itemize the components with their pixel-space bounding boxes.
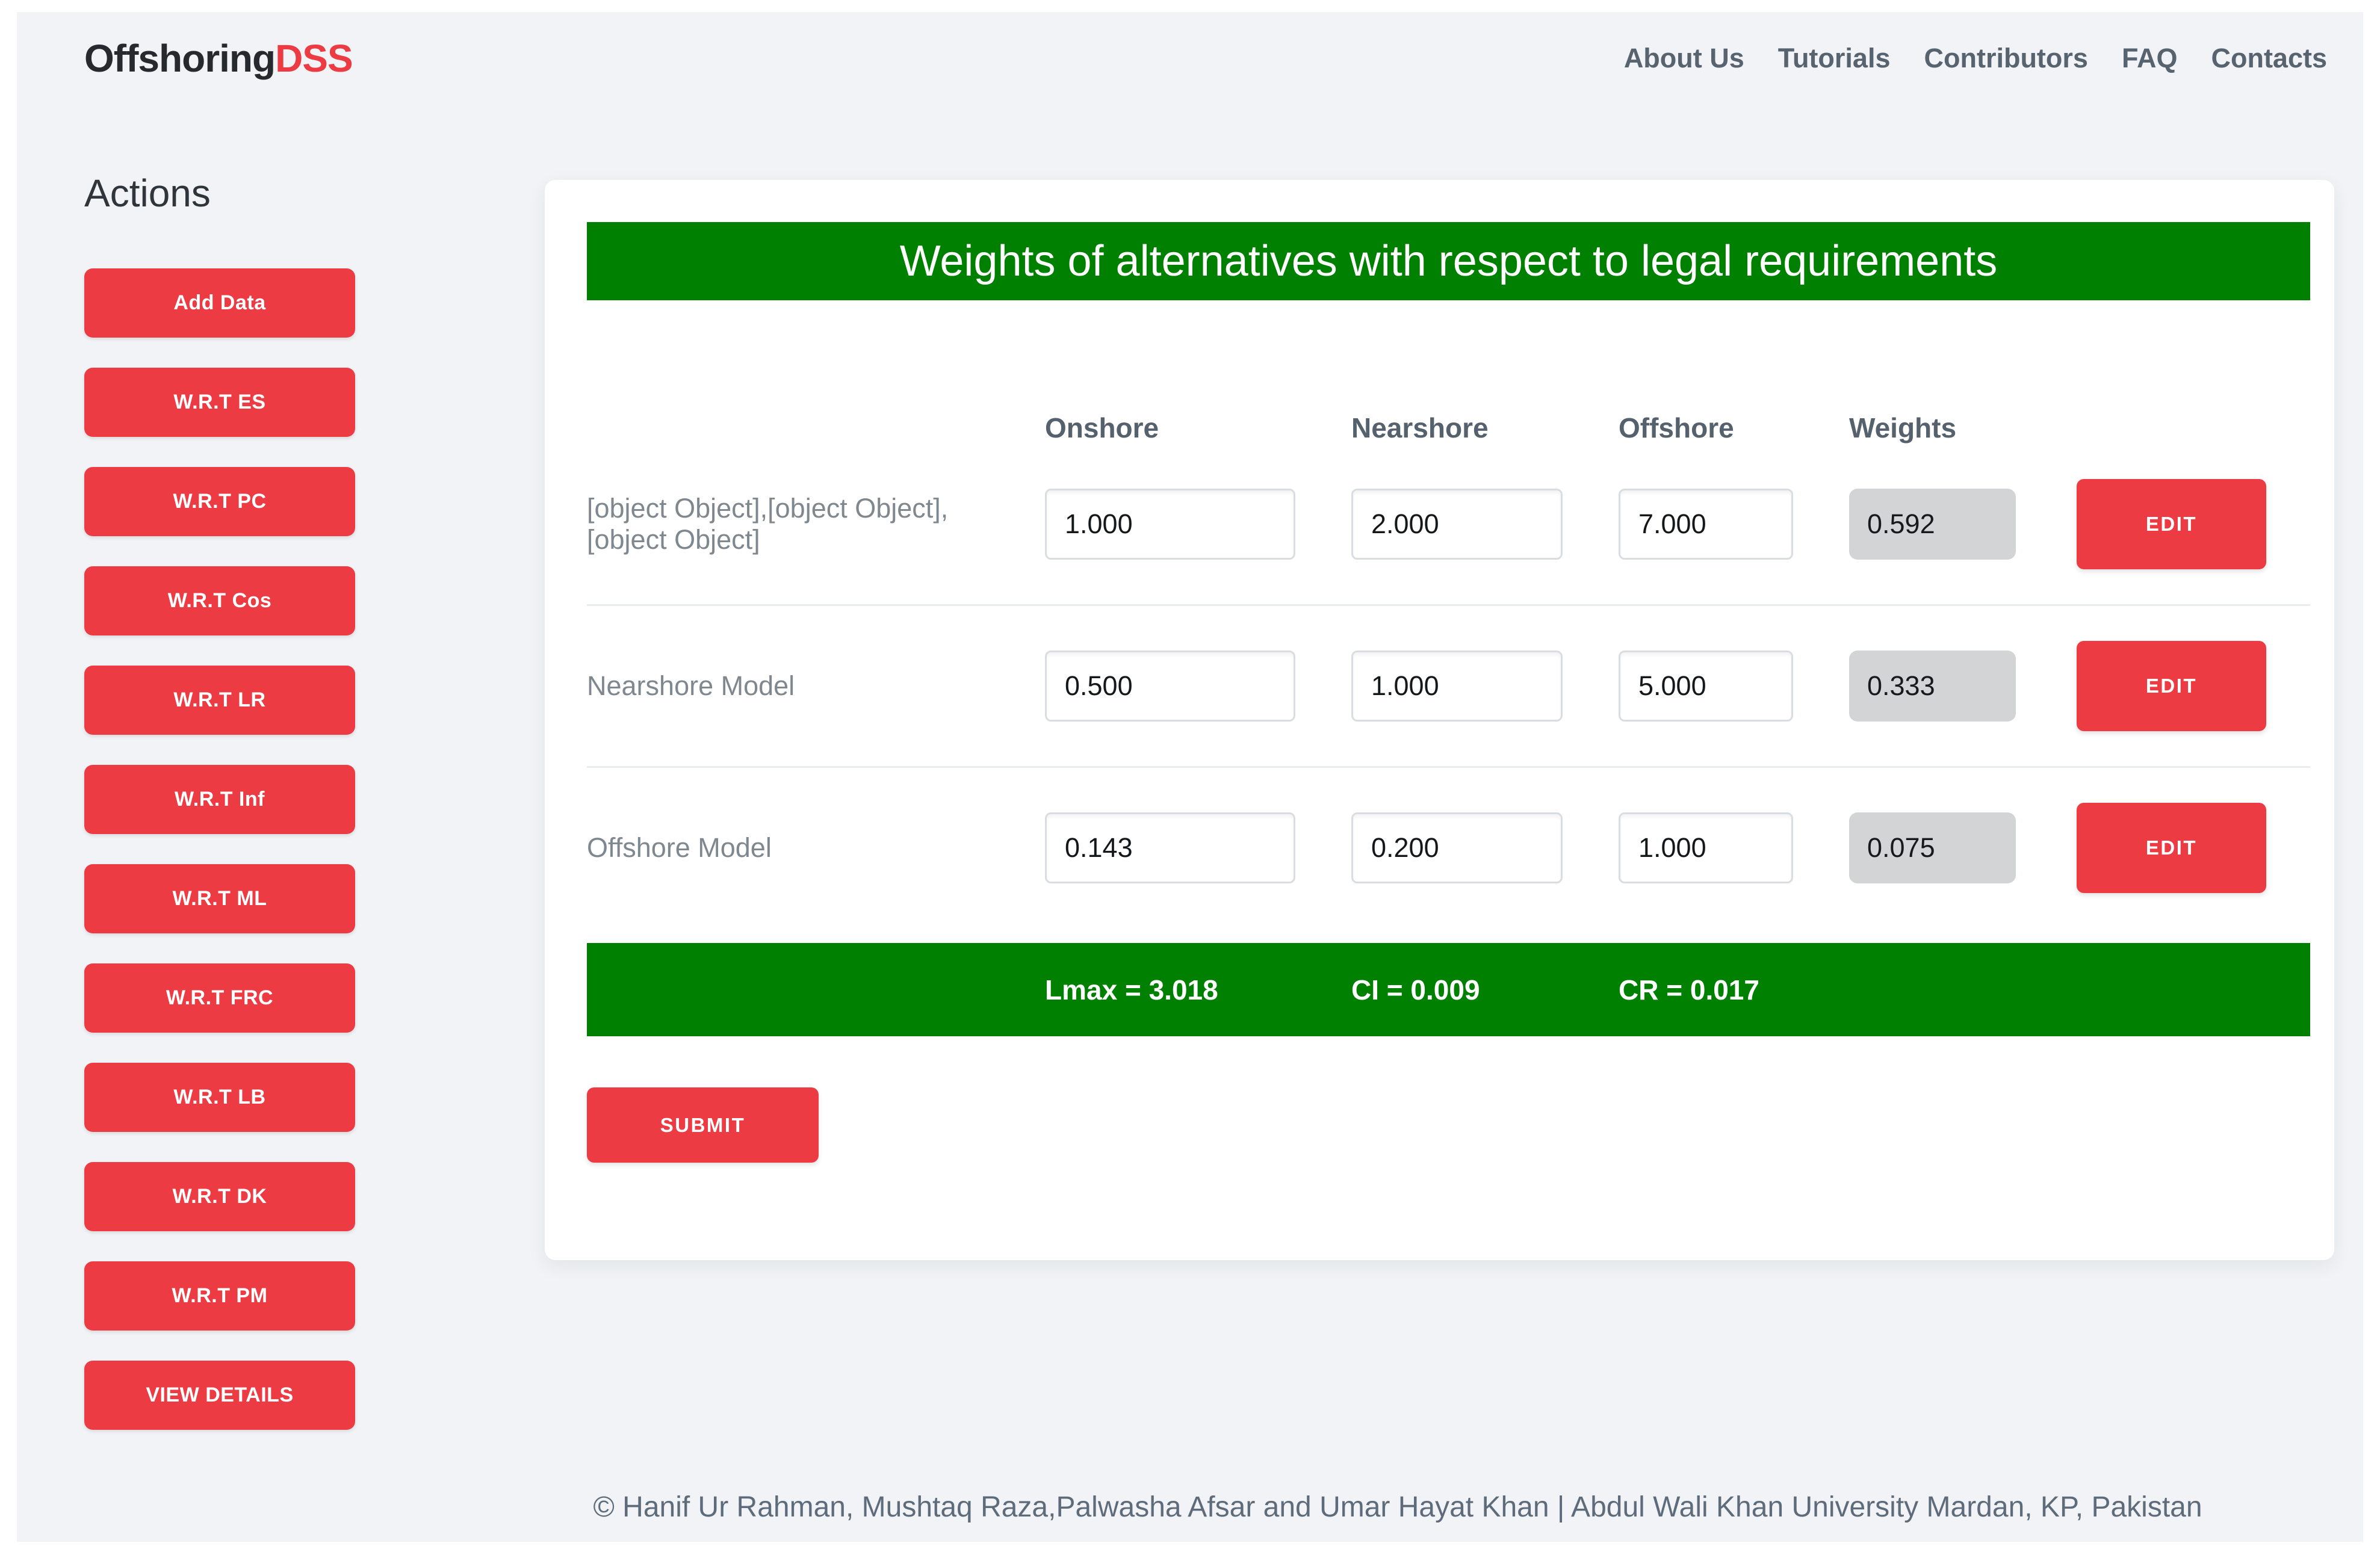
main-layout: Actions Add Data W.R.T ES W.R.T PC W.R.T…	[17, 81, 2363, 1460]
panel-title-banner: Weights of alternatives with respect to …	[587, 222, 2310, 300]
footer-credit: © Hanif Ur Rahman, Mushtaq Raza,Palwasha…	[438, 1491, 2357, 1524]
sidebar-button-add-data[interactable]: Add Data	[84, 268, 355, 338]
column-header-offshore: Offshore	[1619, 412, 1793, 444]
row-label-offshore-model: Offshore Model	[587, 832, 989, 864]
edit-button-offshore[interactable]: EDIT	[2077, 803, 2266, 893]
column-header-weights: Weights	[1849, 412, 2021, 444]
sidebar-button-view-details[interactable]: VIEW DETAILS	[84, 1361, 355, 1430]
sidebar-title: Actions	[84, 171, 545, 215]
matrix-input-r2c0[interactable]	[1045, 812, 1295, 883]
matrix-input-r0c2[interactable]	[1619, 489, 1793, 560]
submit-button[interactable]: SUBMIT	[587, 1087, 819, 1163]
nav-item-tutorials[interactable]: Tutorials	[1778, 43, 1891, 74]
sidebar-button-wrt-frc[interactable]: W.R.T FRC	[84, 963, 355, 1033]
sidebar-button-wrt-pm[interactable]: W.R.T PM	[84, 1261, 355, 1331]
sidebar-button-wrt-dk[interactable]: W.R.T DK	[84, 1162, 355, 1231]
brand-accent: DSS	[275, 37, 353, 80]
table-header-row: Onshore Nearshore Offshore Weights	[587, 412, 2310, 444]
stat-ci: CI = 0.009	[1351, 974, 1563, 1006]
table-row: Nearshore Model 0.333 EDIT	[587, 606, 2310, 768]
sidebar-button-wrt-lb[interactable]: W.R.T LB	[84, 1063, 355, 1132]
matrix-input-r1c1[interactable]	[1351, 651, 1563, 722]
stat-lmax: Lmax = 3.018	[1045, 974, 1295, 1006]
matrix-input-r0c0[interactable]	[1045, 489, 1295, 560]
nav-item-contacts[interactable]: Contacts	[2211, 43, 2327, 74]
column-header-onshore: Onshore	[1045, 412, 1295, 444]
weights-card: Weights of alternatives with respect to …	[545, 180, 2334, 1260]
table-row: Offshore Model 0.075 EDIT	[587, 768, 2310, 928]
weight-value-offshore: 0.075	[1849, 812, 2016, 883]
weight-value-onshore: 0.592	[1849, 489, 2016, 560]
table-row: [object Object],[object Object],[object …	[587, 444, 2310, 606]
sidebar-button-wrt-inf[interactable]: W.R.T Inf	[84, 765, 355, 834]
sidebar-button-wrt-es[interactable]: W.R.T ES	[84, 368, 355, 437]
page: OffshoringDSS About Us Tutorials Contrib…	[17, 12, 2363, 1542]
edit-button-nearshore[interactable]: EDIT	[2077, 641, 2266, 731]
sidebar-button-wrt-pc[interactable]: W.R.T PC	[84, 467, 355, 536]
sidebar-button-wrt-lr[interactable]: W.R.T LR	[84, 666, 355, 735]
row-label-nearshore-model: Nearshore Model	[587, 670, 989, 702]
matrix-input-r2c2[interactable]	[1619, 812, 1793, 883]
matrix-input-r1c2[interactable]	[1619, 651, 1793, 722]
nav-item-contributors[interactable]: Contributors	[1924, 43, 2087, 74]
stat-cr: CR = 0.017	[1619, 974, 1793, 1006]
weight-value-nearshore: 0.333	[1849, 651, 2016, 722]
matrix-input-r0c1[interactable]	[1351, 489, 1563, 560]
matrix-input-r2c1[interactable]	[1351, 812, 1563, 883]
brand-primary: Offshoring	[84, 37, 275, 80]
nav-links: About Us Tutorials Contributors FAQ Cont…	[1624, 43, 2327, 74]
sidebar-button-wrt-cos[interactable]: W.R.T Cos	[84, 566, 355, 635]
navbar: OffshoringDSS About Us Tutorials Contrib…	[17, 12, 2363, 81]
sidebar-button-wrt-ml[interactable]: W.R.T ML	[84, 864, 355, 933]
consistency-stats-bar: Lmax = 3.018 CI = 0.009 CR = 0.017	[587, 943, 2310, 1036]
brand-logo[interactable]: OffshoringDSS	[84, 36, 353, 81]
row-label-onshore-model: [object Object],[object Object],[object …	[587, 493, 989, 555]
nav-item-about-us[interactable]: About Us	[1624, 43, 1744, 74]
matrix-input-r1c0[interactable]	[1045, 651, 1295, 722]
nav-item-faq[interactable]: FAQ	[2122, 43, 2178, 74]
actions-sidebar: Actions Add Data W.R.T ES W.R.T PC W.R.T…	[17, 171, 545, 1460]
column-header-nearshore: Nearshore	[1351, 412, 1563, 444]
edit-button-onshore[interactable]: EDIT	[2077, 479, 2266, 569]
